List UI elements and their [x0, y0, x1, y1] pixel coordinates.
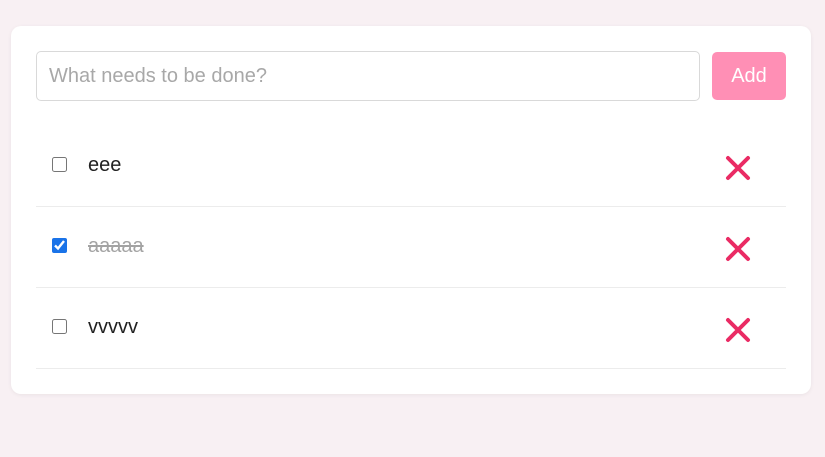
todo-checkbox[interactable] — [52, 157, 67, 172]
todo-item: vvvvv — [36, 288, 786, 369]
close-icon — [726, 237, 750, 261]
todo-checkbox[interactable] — [52, 238, 67, 253]
delete-button[interactable] — [723, 153, 753, 183]
delete-button[interactable] — [723, 234, 753, 264]
close-icon — [726, 318, 750, 342]
todo-list: eee aaaaa vvvvv — [36, 126, 786, 369]
todo-item: eee — [36, 126, 786, 207]
todo-text: vvvvv — [88, 316, 138, 338]
todo-input[interactable] — [36, 51, 700, 101]
todo-text: aaaaa — [88, 235, 144, 257]
add-button[interactable]: Add — [712, 52, 786, 100]
close-icon — [726, 156, 750, 180]
delete-button[interactable] — [723, 315, 753, 345]
todo-item: aaaaa — [36, 207, 786, 288]
input-row: Add — [36, 51, 786, 101]
todo-checkbox[interactable] — [52, 319, 67, 334]
todo-text: eee — [88, 154, 122, 176]
todo-card: Add eee aaaaa vvvvv — [11, 26, 811, 394]
